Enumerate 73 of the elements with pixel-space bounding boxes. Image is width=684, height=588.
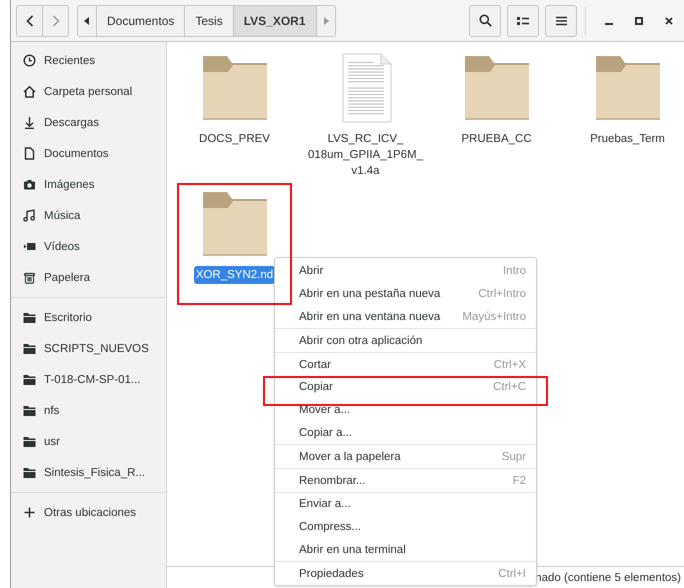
folder-icon <box>23 404 36 417</box>
clock-icon <box>23 54 36 67</box>
folder-icon <box>23 342 36 355</box>
file-name[interactable]: Pruebas_Term <box>588 130 667 148</box>
folder-icon <box>23 435 36 448</box>
home-icon <box>23 85 36 98</box>
menu-button[interactable] <box>545 4 577 36</box>
sidebar-item[interactable]: nfs <box>11 395 166 426</box>
maximize-icon <box>635 16 643 24</box>
menu-item[interactable]: Mover a la papelera Supr <box>275 445 536 468</box>
sidebar-item[interactable]: SCRIPTS_NUEVOS <box>11 333 166 364</box>
sidebar-item[interactable]: Sintesis_Fisica_R... <box>11 457 166 488</box>
path-button[interactable]: Tesis <box>184 4 234 36</box>
menu-icon <box>556 16 566 26</box>
shortcut-label: F2 <box>512 474 526 487</box>
sidebar-item[interactable]: Recientes <box>11 45 166 76</box>
sidebar-item[interactable]: Carpeta personal <box>11 76 166 107</box>
menu-item[interactable]: Cortar Ctrl+X <box>275 353 536 376</box>
back-button[interactable] <box>16 4 43 36</box>
sidebar-item[interactable]: usr <box>11 426 166 457</box>
right-triangle-icon <box>322 16 329 24</box>
menu-item[interactable]: Abrir en una ventana nueva Mayús+Intro <box>275 306 536 328</box>
camera-icon <box>23 178 36 191</box>
shortcut-label: Intro <box>502 265 526 278</box>
shortcut-label: Ctrl+I <box>498 568 526 580</box>
file-name[interactable]: PRUEBA_CC <box>459 130 534 148</box>
sidebar-item[interactable]: Documentos <box>11 138 166 169</box>
file-name[interactable]: XOR_SYN2.nd <box>194 266 276 284</box>
sidebar-item[interactable]: Escritorio <box>11 302 166 333</box>
file-name[interactable]: DOCS_PREV <box>197 130 272 148</box>
shortcut-label: Mayús+Intro <box>462 310 526 323</box>
menu-item[interactable]: Renombrar... F2 <box>275 469 536 492</box>
menu-item[interactable]: Copiar a... <box>275 422 536 444</box>
music-note-icon <box>23 209 36 222</box>
plus-icon <box>23 506 36 519</box>
menu-item[interactable]: Abrir en una pestaña nueva Ctrl+Intro <box>275 282 536 306</box>
search-button[interactable] <box>469 4 501 36</box>
left-triangle-icon <box>84 16 90 24</box>
folder-icon <box>23 466 36 479</box>
menu-item[interactable]: Propiedades Ctrl+I <box>275 562 536 586</box>
sidebar-item[interactable]: Imágenes <box>11 169 166 200</box>
path-button[interactable]: LVS_XOR1 <box>232 4 317 36</box>
sidebar-item[interactable]: Papelera <box>11 262 166 293</box>
menu-item[interactable]: Compress... <box>275 516 536 539</box>
menu-item[interactable]: Abrir con otra aplicación <box>275 329 536 352</box>
menu-item[interactable]: Abrir en una terminal <box>275 538 536 562</box>
path-button[interactable]: Documentos <box>96 4 186 36</box>
sidebar-item[interactable]: T-018-CM-SP-01... <box>11 364 166 395</box>
menu-item[interactable]: Enviar a... <box>275 492 536 516</box>
shortcut-label: Ctrl+Intro <box>478 288 526 300</box>
shortcut-label: Ctrl+X <box>494 358 526 371</box>
sidebar-item[interactable]: Otras ubicaciones <box>11 497 166 528</box>
menu-item[interactable]: Abrir Intro <box>275 260 536 283</box>
scroll-left-button[interactable] <box>77 4 97 36</box>
folder-icon <box>23 311 36 324</box>
download-icon <box>23 116 36 129</box>
document-icon <box>23 147 36 160</box>
trash-icon <box>23 271 36 284</box>
list-view-icon <box>517 16 529 26</box>
menu-item[interactable]: Mover a... <box>275 398 536 422</box>
view-toggle-button[interactable] <box>507 4 539 36</box>
sidebar-item[interactable]: Música <box>11 200 166 231</box>
file-name[interactable]: LVS_RC_ICV_ 018um_GPIIA_1P6M_ v1.4a <box>306 130 426 180</box>
shortcut-label: Supr <box>502 450 526 463</box>
sidebar-item[interactable]: Descargas <box>11 107 166 138</box>
search-icon <box>478 14 492 27</box>
sidebar-item[interactable]: Vídeos <box>11 231 166 262</box>
video-icon <box>23 240 36 253</box>
menu-item[interactable]: Copiar Ctrl+C <box>275 376 536 399</box>
shortcut-label: Ctrl+C <box>493 381 526 394</box>
minimize-icon <box>605 22 613 24</box>
folder-icon <box>23 373 36 386</box>
close-icon <box>665 16 673 24</box>
